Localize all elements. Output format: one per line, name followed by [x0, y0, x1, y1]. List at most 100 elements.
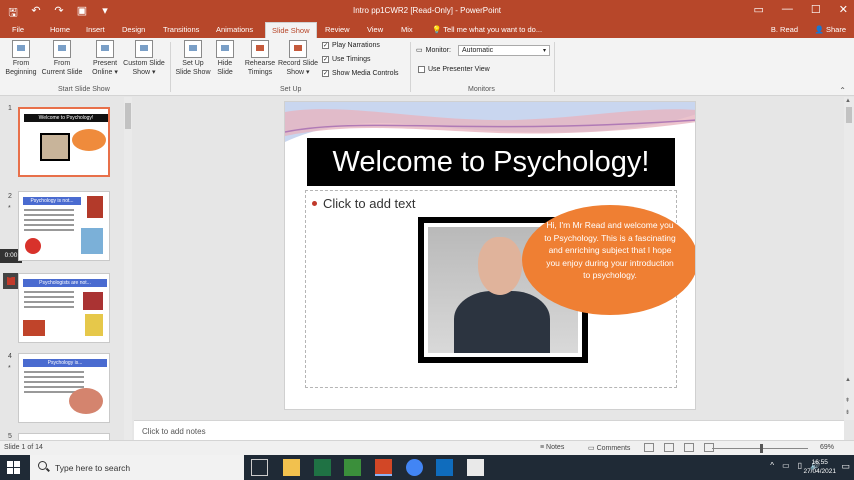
tab-home[interactable]: Home — [50, 25, 70, 34]
slide-title[interactable]: Welcome to Psychology! — [307, 138, 675, 186]
slide-thumbnail-4[interactable]: Psychology is... — [18, 353, 110, 423]
tab-animations[interactable]: Animations — [216, 25, 253, 34]
custom-show-icon — [135, 40, 153, 58]
monitor-icon: ▭ — [416, 47, 423, 54]
zoom-level[interactable]: 69% — [820, 444, 834, 451]
ribbon-separator — [170, 42, 171, 92]
use-timings-check-icon: ✓ — [322, 56, 329, 63]
outlook-icon[interactable] — [436, 459, 453, 476]
minimize-icon[interactable]: — — [782, 3, 793, 16]
next-slide-icon[interactable]: ⇟ — [845, 409, 850, 416]
bullet-dot-icon — [312, 201, 317, 206]
bullet-placeholder[interactable]: Click to add text — [312, 196, 416, 211]
content-placeholder[interactable]: Click to add text Hi, I'm Mr Read and we… — [305, 190, 695, 388]
thumb-brain-image — [69, 388, 103, 414]
slide-scrollbar[interactable]: ▲ ▲ ⇞ ⇟ — [844, 97, 854, 420]
search-icon — [38, 461, 47, 470]
close-icon[interactable]: ✕ — [839, 3, 848, 16]
task-view-icon[interactable] — [251, 459, 268, 476]
tab-design[interactable]: Design — [122, 25, 145, 34]
chrome-icon[interactable] — [406, 459, 423, 476]
tab-mix[interactable]: Mix — [401, 25, 413, 34]
tab-review[interactable]: Review — [325, 25, 350, 34]
speech-bubble[interactable]: Hi, I'm Mr Read and welcome you to Psych… — [522, 205, 695, 315]
slide-count: Slide 1 of 14 — [4, 444, 43, 451]
status-bar: Slide 1 of 14 ≡ Notes ▭ Comments 69% — [0, 440, 854, 455]
tab-transitions[interactable]: Transitions — [163, 25, 199, 34]
file-explorer-icon[interactable] — [283, 459, 300, 476]
show-media-controls-label: Show Media Controls — [332, 70, 399, 77]
rehearse-timings-button[interactable]: Rehearse Timings — [241, 40, 279, 77]
use-timings-label: Use Timings — [332, 56, 371, 63]
record-slide-show-button[interactable]: Record Slide Show ▾ — [277, 40, 319, 77]
thumb-stop-sign — [25, 238, 41, 254]
notes-pane[interactable]: Click to add notes — [134, 420, 844, 440]
tab-slide-show[interactable]: Slide Show — [265, 22, 317, 38]
battery-icon[interactable]: ▯ — [798, 461, 802, 470]
thumbnail-scroll-thumb[interactable] — [125, 103, 131, 129]
hide-slide-button[interactable]: Hide Slide — [213, 40, 237, 77]
from-beginning-button[interactable]: From Beginning — [4, 40, 38, 77]
normal-view-icon[interactable] — [644, 443, 654, 452]
custom-slide-show-button[interactable]: Custom Slide Show ▾ — [122, 40, 166, 77]
monitor-label: ▭ Monitor: — [416, 46, 451, 55]
tab-insert[interactable]: Insert — [86, 25, 105, 34]
tab-file[interactable]: File — [12, 25, 24, 34]
comments-button[interactable]: ▭ Comments — [588, 444, 630, 452]
notification-icon[interactable]: ▭ — [841, 461, 850, 472]
ribbon-options-icon[interactable]: ▭ — [754, 3, 764, 16]
show-media-controls-checkbox[interactable]: ✓ Show Media Controls — [322, 70, 399, 77]
slide-scroll-thumb[interactable] — [846, 107, 852, 123]
powerpoint-icon[interactable] — [375, 459, 392, 476]
windows-start-icon[interactable] — [7, 461, 20, 474]
thumbnail-scrollbar[interactable] — [124, 97, 132, 440]
thumb-image — [83, 292, 103, 310]
scroll-down-icon[interactable]: ▲ — [845, 377, 851, 383]
slide-canvas[interactable]: Welcome to Psychology! Click to add text… — [284, 101, 696, 410]
monitor-value: Automatic — [462, 47, 494, 54]
excel-icon[interactable] — [314, 459, 331, 476]
custom-show-label-1: Custom Slide — [123, 60, 165, 67]
play-narrations-checkbox[interactable]: ✓ Play Narrations — [322, 42, 380, 49]
slide-thumbnail-3[interactable]: Psychologists are not... — [18, 273, 110, 343]
scroll-up-icon[interactable]: ▲ — [845, 98, 851, 104]
rehearse-label-2: Timings — [247, 69, 273, 76]
photo-head — [478, 237, 522, 295]
from-current-label-2: Current Slide — [41, 69, 83, 76]
reading-view-icon[interactable] — [684, 443, 694, 452]
set-up-slide-show-button[interactable]: Set Up Slide Show — [173, 40, 213, 77]
thumb-number: 3 — [8, 273, 12, 280]
collapse-ribbon-icon[interactable]: ⌃ — [839, 86, 846, 95]
ribbon-separator — [410, 42, 411, 92]
tell-me-search[interactable]: 💡 Tell me what you want to do... — [432, 25, 542, 34]
zoom-slider-handle[interactable] — [760, 444, 763, 453]
monitor-dropdown[interactable]: Automatic ▾ — [458, 45, 550, 56]
slide-thumbnail-pane: 1 Welcome to Psychology! 0:00 2 * Psycho… — [0, 97, 134, 443]
maximize-icon[interactable]: ☐ — [811, 3, 821, 16]
share-button[interactable]: 👤 Share — [815, 25, 846, 34]
present-online-button[interactable]: Present Online ▾ — [88, 40, 122, 77]
tray-overflow-icon[interactable]: ^ — [770, 461, 774, 470]
app-icon[interactable] — [467, 459, 484, 476]
taskbar-search[interactable]: Type here to search — [30, 455, 244, 480]
hide-slide-label-2: Slide — [217, 69, 233, 76]
use-timings-checkbox[interactable]: ✓ Use Timings — [322, 56, 371, 63]
tray-app-icon[interactable]: ▭ — [782, 461, 790, 470]
placeholder-text: Click to add text — [323, 196, 416, 211]
slide-thumbnail-2[interactable]: Psychology is not... — [18, 191, 110, 261]
tab-view[interactable]: View — [367, 25, 383, 34]
green-app-icon[interactable] — [344, 459, 361, 476]
use-presenter-view-checkbox[interactable]: Use Presenter View — [418, 66, 490, 73]
play-narrations-check-icon: ✓ — [322, 42, 329, 49]
from-current-slide-button[interactable]: From Current Slide — [40, 40, 84, 77]
thumb-title: Psychology is... — [23, 359, 107, 367]
slide-sorter-view-icon[interactable] — [664, 443, 674, 452]
view-buttons — [644, 443, 714, 452]
previous-slide-icon[interactable]: ⇞ — [845, 397, 850, 404]
thumb-number: 1 — [8, 105, 12, 112]
taskbar-clock[interactable]: 16:55 27/04/2021 — [803, 458, 836, 476]
user-name[interactable]: B. Read — [771, 25, 798, 34]
slide-thumbnail-1[interactable]: Welcome to Psychology! — [18, 107, 110, 177]
notes-button[interactable]: ≡ Notes — [540, 444, 564, 451]
clock-time: 16:55 — [811, 459, 828, 466]
